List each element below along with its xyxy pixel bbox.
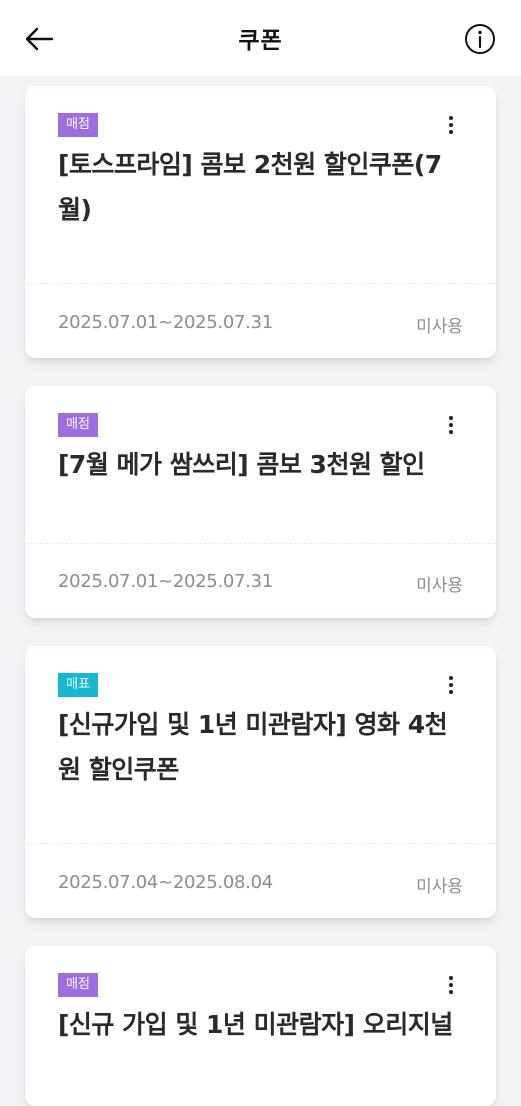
more-dot-icon: [449, 123, 453, 127]
more-dot-icon: [449, 130, 453, 134]
arrow-left-icon: [25, 27, 54, 51]
app-header: 쿠폰: [0, 0, 521, 76]
coupon-category-badge: 매점: [58, 413, 98, 437]
info-circle-icon: [465, 24, 495, 54]
more-options-button[interactable]: [442, 973, 460, 997]
card-divider: [25, 543, 496, 544]
more-dot-icon: [449, 116, 453, 120]
more-dot-icon: [449, 690, 453, 694]
back-button[interactable]: [22, 22, 56, 56]
more-options-button[interactable]: [442, 113, 460, 137]
coupon-period: 2025.07.04~2025.08.04: [58, 872, 273, 893]
coupon-title: [7월 메가 쌈쓰리] 콤보 3천원 할인: [58, 450, 425, 479]
more-dot-icon: [449, 676, 453, 680]
page-title: 쿠폰: [238, 28, 283, 54]
coupon-category-badge: 매표: [58, 673, 98, 697]
more-dot-icon: [449, 976, 453, 980]
more-options-button[interactable]: [442, 673, 460, 697]
coupon-card[interactable]: 매점 [신규 가입 및 1년 미관람자] 오리지널: [25, 946, 496, 1106]
coupon-status: 미사용: [416, 877, 463, 897]
coupon-category-badge: 매점: [58, 973, 98, 997]
coupon-title: [신규가입 및 1년 미관람자] 영화 4천원 할인쿠폰: [58, 710, 448, 784]
more-dot-icon: [449, 990, 453, 994]
coupon-category-badge: 매점: [58, 113, 98, 137]
more-dot-icon: [449, 983, 453, 987]
coupon-card[interactable]: 매점 [7월 메가 쌈쓰리] 콤보 3천원 할인 2025.07.01~2025…: [25, 386, 496, 618]
coupon-status: 미사용: [416, 576, 463, 596]
card-divider: [25, 283, 496, 284]
coupon-period: 2025.07.01~2025.07.31: [58, 571, 273, 592]
info-button[interactable]: [463, 22, 497, 56]
coupon-title: [토스프라임] 콤보 2천원 할인쿠폰(7월): [58, 150, 442, 224]
coupon-period: 2025.07.01~2025.07.31: [58, 312, 273, 333]
more-dot-icon: [449, 683, 453, 687]
coupon-card[interactable]: 매표 [신규가입 및 1년 미관람자] 영화 4천원 할인쿠폰 2025.07.…: [25, 646, 496, 918]
more-dot-icon: [449, 430, 453, 434]
coupon-status: 미사용: [416, 317, 463, 337]
more-dot-icon: [449, 416, 453, 420]
more-dot-icon: [449, 423, 453, 427]
card-divider: [25, 843, 496, 844]
more-options-button[interactable]: [442, 413, 460, 437]
coupon-card[interactable]: 매점 [토스프라임] 콤보 2천원 할인쿠폰(7월) 2025.07.01~20…: [25, 86, 496, 358]
coupon-title: [신규 가입 및 1년 미관람자] 오리지널: [58, 1010, 453, 1039]
